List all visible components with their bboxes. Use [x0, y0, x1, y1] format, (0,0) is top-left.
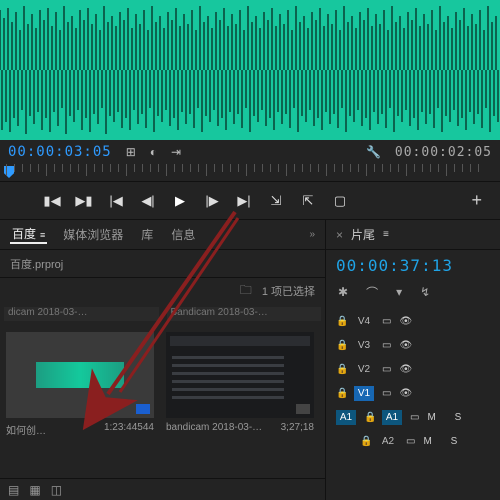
toggle-output-icon[interactable]: ▭: [382, 316, 391, 327]
solo-button[interactable]: S: [451, 436, 458, 447]
source-a1[interactable]: A1: [336, 410, 356, 425]
audio-waveform-icon: [36, 362, 125, 388]
link-icon[interactable]: ⌒: [366, 284, 378, 301]
project-footer: ▤ ▦ ◫: [0, 478, 325, 500]
source-ruler[interactable]: [0, 164, 500, 182]
markers-icon[interactable]: ▾: [396, 285, 402, 299]
clip-header-1[interactable]: Bandicam 2018-03-…: [167, 307, 322, 321]
half-icon[interactable]: ◐: [150, 145, 157, 159]
lock-icon[interactable]: 🔒: [336, 364, 346, 375]
mute-button[interactable]: M: [423, 436, 431, 447]
add-button[interactable]: +: [471, 190, 482, 211]
go-to-in-button[interactable]: |◀: [108, 193, 124, 209]
eye-icon[interactable]: 👁: [399, 364, 411, 375]
toggle-output-icon[interactable]: ▭: [382, 340, 391, 351]
bin-icon[interactable]: 🗀: [240, 281, 252, 302]
snap-icon[interactable]: ✱: [338, 285, 348, 299]
insert-button[interactable]: ⇲: [268, 193, 284, 209]
clip-thumb-1[interactable]: bandicam 2018-03-… 3;27;18: [166, 332, 314, 437]
tabs-overflow[interactable]: »: [309, 229, 315, 240]
toggle-output-icon[interactable]: ▭: [382, 364, 391, 375]
toggle-output-icon[interactable]: ▭: [410, 412, 419, 423]
freeform-view-icon[interactable]: ◫: [51, 483, 62, 497]
eye-icon[interactable]: 👁: [399, 316, 411, 327]
lock-icon[interactable]: 🔒: [364, 412, 374, 423]
lock-icon[interactable]: 🔒: [360, 436, 370, 447]
step-icon[interactable]: ⇥: [171, 145, 181, 159]
tab-bin[interactable]: 百度≡: [10, 225, 47, 244]
wrench-icon[interactable]: 🔧: [366, 145, 381, 159]
toggle-output-icon[interactable]: ▭: [382, 388, 391, 399]
track-v3[interactable]: V3: [354, 340, 374, 351]
mute-button[interactable]: M: [427, 412, 435, 423]
tab-media-browser[interactable]: 媒体浏览器: [61, 226, 125, 243]
timeline-panel: × 片尾 ≡ 00:00:37:13 ✱ ⌒ ▾ ↯ 🔒 V4 ▭ 👁 🔒 V3 ▭ 👁 🔒…: [326, 220, 500, 500]
track-headers: 🔒V4▭👁 🔒V3▭👁 🔒V2▭👁 🔒V1▭👁 A1🔒A1▭M S 🔒A2▭M …: [326, 303, 500, 453]
track-v1[interactable]: V1: [354, 386, 374, 401]
solo-button[interactable]: S: [455, 412, 462, 423]
tab-library[interactable]: 库: [139, 226, 155, 243]
overwrite-button[interactable]: ⇱: [300, 193, 316, 209]
timeline-timecode[interactable]: 00:00:37:13: [326, 250, 500, 281]
close-icon[interactable]: ×: [336, 228, 343, 242]
track-v2[interactable]: V2: [354, 364, 374, 375]
lock-icon[interactable]: 🔒: [336, 388, 346, 399]
mark-in-button[interactable]: ▮◀: [44, 193, 60, 209]
project-tabs: 百度≡ 媒体浏览器 库 信息 »: [0, 220, 325, 250]
export-frame-button[interactable]: ▢: [332, 193, 348, 209]
source-time-bar: 00:00:03:05 ⊞ ◐ ⇥ 🔧 00:00:02:05: [0, 140, 500, 164]
panel-menu-icon[interactable]: ≡: [383, 229, 389, 240]
fit-icon[interactable]: ⊞: [126, 145, 136, 159]
list-view-icon[interactable]: ▤: [8, 483, 19, 497]
panel-menu-icon[interactable]: ≡: [40, 230, 45, 240]
step-fwd-button[interactable]: |▶: [204, 193, 220, 209]
lock-icon[interactable]: 🔒: [336, 316, 346, 327]
clip-dur-1: 3;27;18: [281, 422, 314, 433]
track-a1[interactable]: A1: [382, 410, 402, 425]
timeline-tab[interactable]: 片尾: [351, 226, 375, 243]
clip-thumb-0[interactable]: 如何创… 1:23:44544: [6, 332, 154, 437]
clip-dur-0: 1:23:44544: [104, 422, 154, 437]
lock-icon[interactable]: 🔒: [336, 340, 346, 351]
selection-count: 1 项已选择: [262, 283, 315, 299]
audio-only-badge: [136, 404, 150, 414]
project-panel: 百度≡ 媒体浏览器 库 信息 » 百度.prproj 🗀 1 项已选择 dica…: [0, 220, 326, 500]
source-waveform[interactable]: [0, 0, 500, 140]
settings-icon[interactable]: ↯: [420, 285, 430, 299]
mark-out-button[interactable]: ▶▮: [76, 193, 92, 209]
step-back-button[interactable]: ◀|: [140, 193, 156, 209]
eye-icon[interactable]: 👁: [399, 340, 411, 351]
clip-name-0: 如何创…: [6, 422, 46, 437]
go-to-out-button[interactable]: ▶|: [236, 193, 252, 209]
eye-icon[interactable]: 👁: [399, 388, 411, 399]
project-file-label: 百度.prproj: [0, 250, 325, 278]
play-button[interactable]: ▶: [172, 193, 188, 209]
clip-header-0[interactable]: dicam 2018-03-…: [4, 307, 159, 321]
track-v4[interactable]: V4: [354, 316, 374, 327]
out-timecode[interactable]: 00:00:02:05: [395, 145, 492, 160]
tab-info[interactable]: 信息: [169, 226, 197, 243]
video-preview: [166, 332, 314, 418]
in-timecode[interactable]: 00:00:03:05: [8, 144, 112, 160]
av-badge: [296, 404, 310, 414]
toggle-output-icon[interactable]: ▭: [406, 436, 415, 447]
transport-bar: ▮◀ ▶▮ |◀ ◀| ▶ |▶ ▶| ⇲ ⇱ ▢ +: [0, 182, 500, 220]
icon-view-icon[interactable]: ▦: [29, 483, 40, 497]
track-a2[interactable]: A2: [378, 436, 398, 447]
clip-name-1: bandicam 2018-03-…: [166, 422, 262, 433]
